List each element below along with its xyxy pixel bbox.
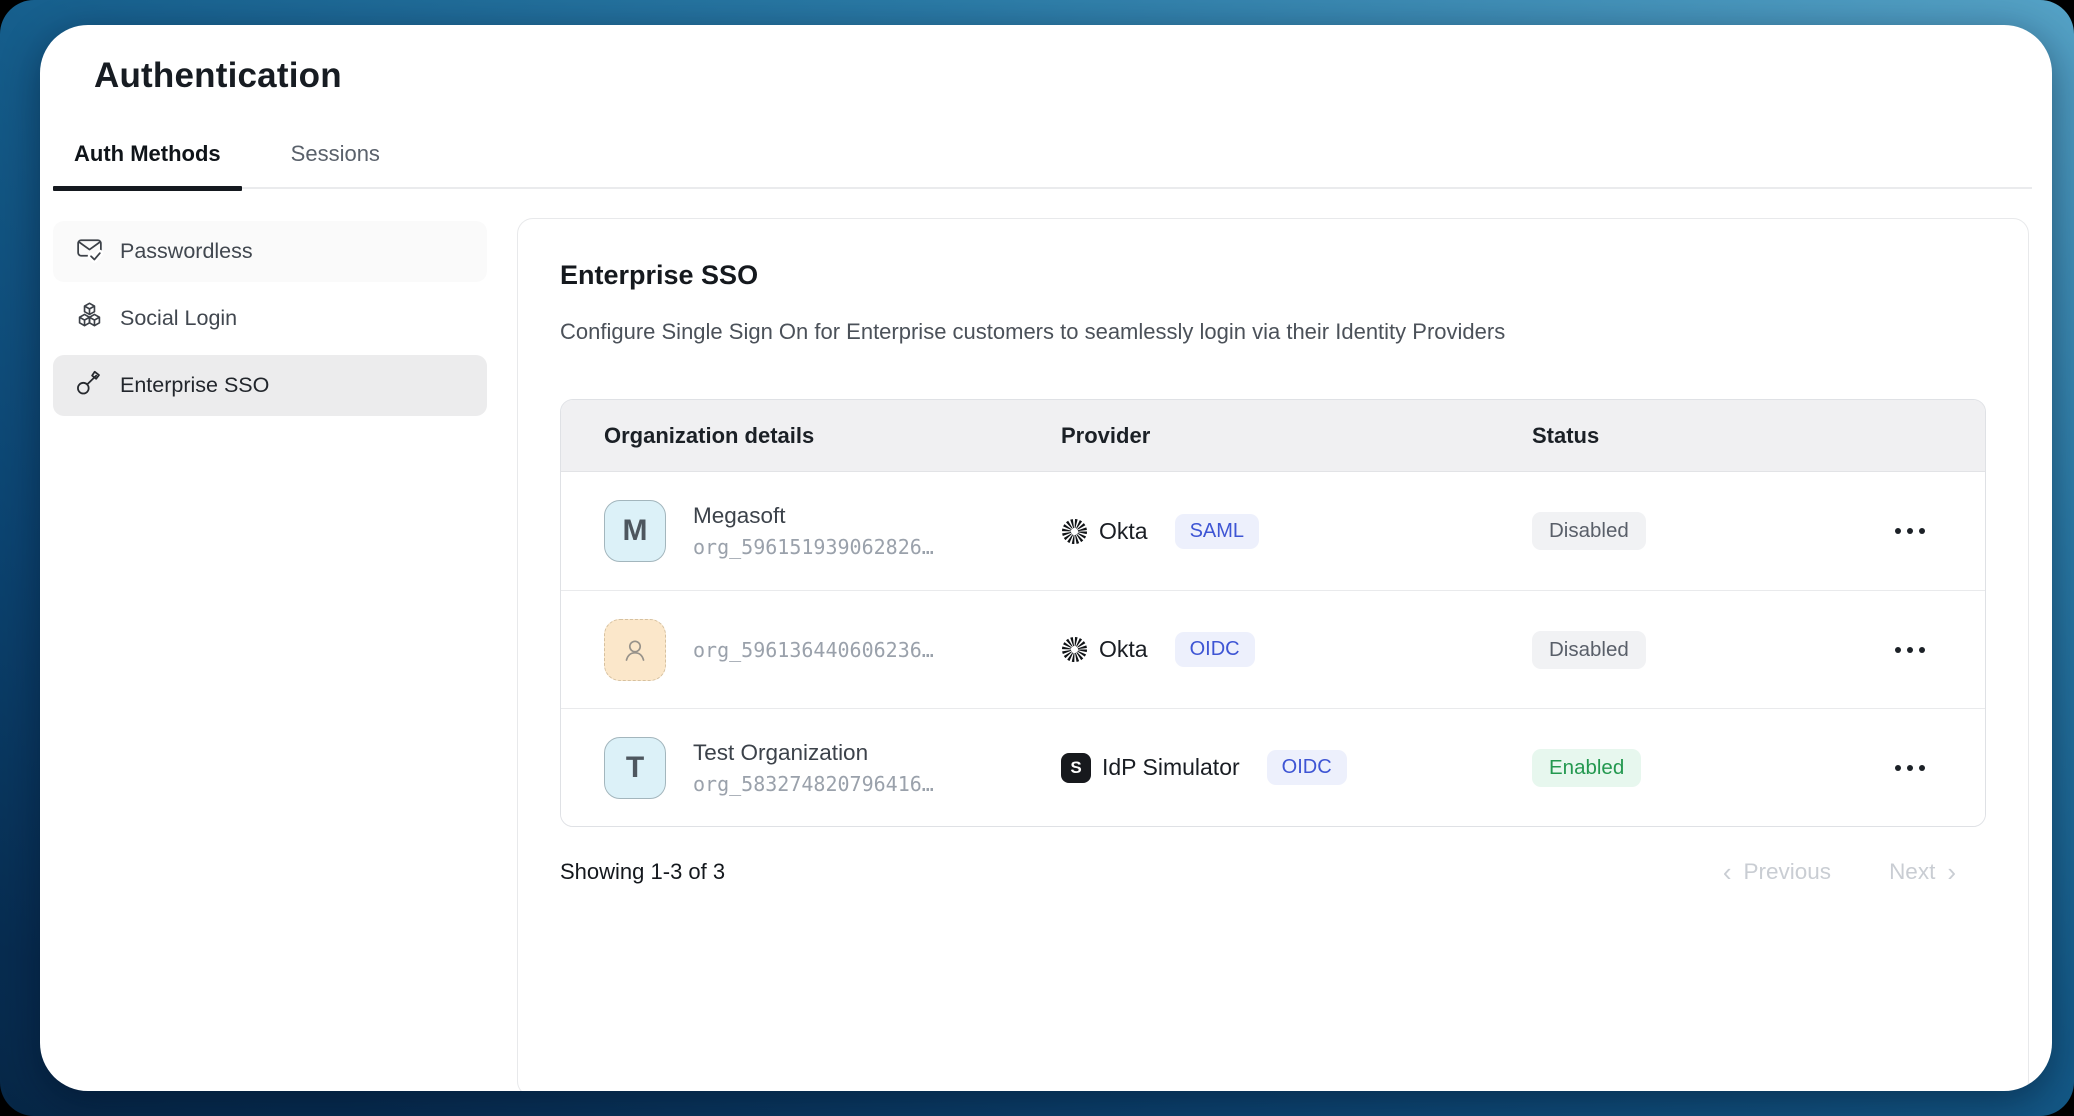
table-row: T Test Organization org_583274820796416…… — [561, 708, 1985, 826]
status-cell: Disabled — [1532, 512, 1875, 550]
idp-icon-letter: S — [1070, 758, 1081, 778]
provider-name: Okta — [1099, 636, 1148, 663]
status-badge: Disabled — [1532, 631, 1646, 669]
row-actions-button[interactable] — [1875, 746, 1945, 790]
provider-name: IdP Simulator — [1102, 754, 1240, 781]
sidebar-item-passwordless[interactable]: Passwordless — [53, 221, 487, 282]
chevron-right-icon: › — [1947, 861, 1956, 883]
provider-cell: Okta SAML — [1061, 514, 1532, 549]
organization-cell: M Megasoft org_596151939062826… — [604, 500, 1061, 562]
org-avatar: M — [604, 500, 666, 562]
avatar-letter: M — [623, 514, 648, 548]
status-badge: Disabled — [1532, 512, 1646, 550]
idp-simulator-icon: S — [1061, 753, 1091, 783]
org-id: org_596151939062826… — [693, 534, 934, 560]
sidebar-item-social-login[interactable]: Social Login — [53, 288, 487, 349]
org-avatar-placeholder — [604, 619, 666, 681]
key-icon — [74, 367, 105, 404]
sso-connections-table: Organization details Provider Status M M… — [560, 399, 1986, 827]
org-avatar: T — [604, 737, 666, 799]
table-row: org_596136440606236… Okta OIDC Disabled — [561, 590, 1985, 708]
table-header-row: Organization details Provider Status — [561, 400, 1985, 472]
page-title: Authentication — [94, 56, 342, 96]
next-label: Next — [1889, 859, 1935, 885]
enterprise-sso-panel: Enterprise SSO Configure Single Sign On … — [517, 218, 2029, 1091]
org-id: org_583274820796416… — [693, 771, 934, 797]
ellipsis-icon — [1895, 765, 1925, 771]
tab-sessions[interactable]: Sessions — [270, 142, 401, 189]
tab-bar: Auth Methods Sessions — [53, 142, 2032, 189]
column-status: Status — [1532, 423, 1875, 449]
avatar-letter: T — [626, 751, 644, 785]
row-actions-button[interactable] — [1875, 509, 1945, 553]
tab-auth-methods[interactable]: Auth Methods — [53, 142, 242, 189]
organization-cell: org_596136440606236… — [604, 619, 1061, 681]
column-provider: Provider — [1061, 423, 1532, 449]
protocol-badge: SAML — [1175, 514, 1259, 549]
person-icon — [619, 634, 651, 666]
previous-page-button[interactable]: ‹ Previous — [1723, 859, 1831, 885]
sidebar-item-label: Passwordless — [120, 239, 253, 264]
okta-sunburst-icon — [1061, 518, 1088, 545]
previous-label: Previous — [1744, 859, 1832, 885]
org-name: Test Organization — [693, 739, 934, 767]
org-id: org_596136440606236… — [693, 637, 934, 663]
provider-name: Okta — [1099, 518, 1148, 545]
okta-sunburst-icon — [1061, 636, 1088, 663]
org-name: Megasoft — [693, 502, 934, 530]
status-cell: Disabled — [1532, 631, 1875, 669]
status-cell: Enabled — [1532, 749, 1875, 787]
cubes-icon — [74, 300, 105, 337]
mail-check-icon — [74, 233, 105, 270]
sidebar-item-label: Social Login — [120, 306, 237, 331]
provider-cell: Okta OIDC — [1061, 632, 1532, 667]
next-page-button[interactable]: Next › — [1889, 859, 1956, 885]
auth-methods-sidebar: Passwordless — [53, 221, 487, 422]
protocol-badge: OIDC — [1267, 750, 1347, 785]
column-organization-details: Organization details — [604, 423, 1061, 449]
ellipsis-icon — [1895, 528, 1925, 534]
showing-count: Showing 1-3 of 3 — [560, 859, 725, 885]
tab-sessions-label: Sessions — [291, 142, 380, 166]
sidebar-item-enterprise-sso[interactable]: Enterprise SSO — [53, 355, 487, 416]
chevron-left-icon: ‹ — [1723, 861, 1732, 883]
ellipsis-icon — [1895, 647, 1925, 653]
pagination: ‹ Previous Next › — [1723, 859, 1956, 885]
table-row: M Megasoft org_596151939062826… Okta SAM… — [561, 472, 1985, 590]
desktop-background: Authentication Auth Methods Sessions — [0, 0, 2074, 1116]
panel-description: Configure Single Sign On for Enterprise … — [560, 317, 1986, 347]
provider-cell: S IdP Simulator OIDC — [1061, 750, 1532, 785]
table-footer: Showing 1-3 of 3 ‹ Previous Next › — [560, 857, 1986, 887]
status-badge: Enabled — [1532, 749, 1641, 787]
authentication-page-card: Authentication Auth Methods Sessions — [40, 25, 2052, 1091]
sidebar-item-label: Enterprise SSO — [120, 373, 269, 398]
row-actions-button[interactable] — [1875, 628, 1945, 672]
tab-auth-methods-label: Auth Methods — [74, 142, 221, 166]
organization-cell: T Test Organization org_583274820796416… — [604, 737, 1061, 799]
protocol-badge: OIDC — [1175, 632, 1255, 667]
panel-heading: Enterprise SSO — [560, 259, 1986, 291]
